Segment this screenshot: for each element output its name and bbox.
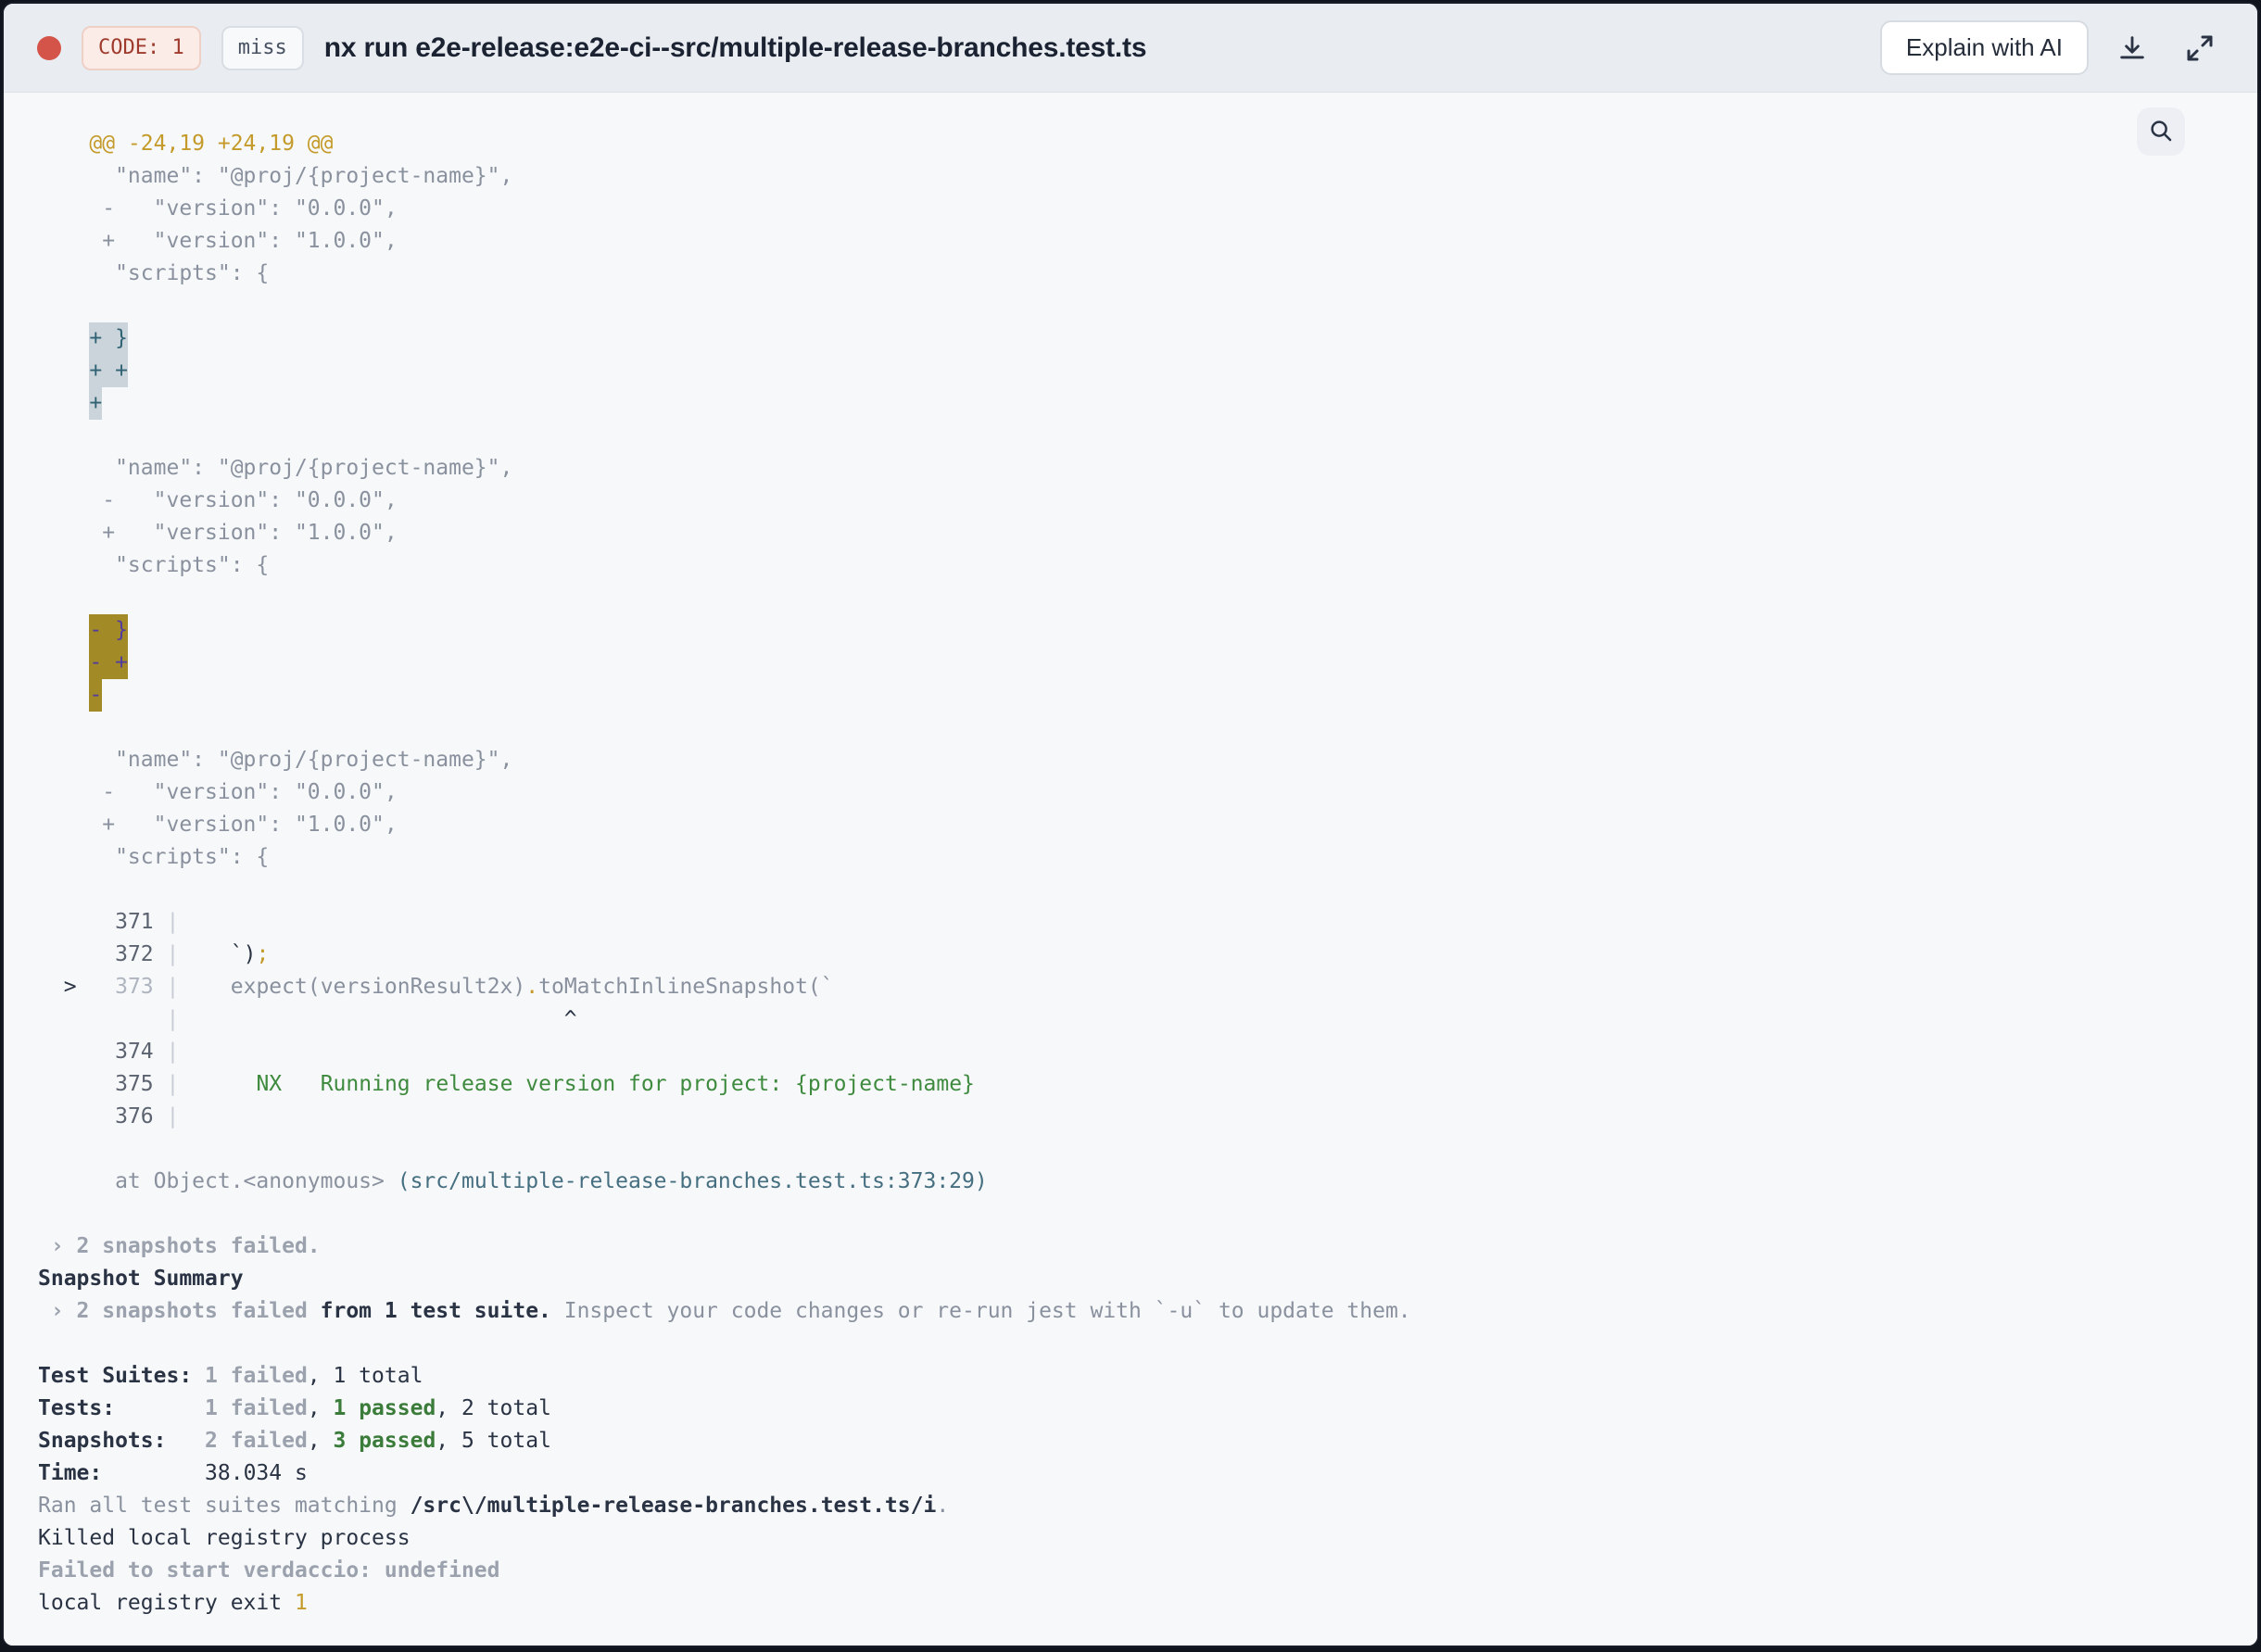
terminal-line: - "version": "0.0.0", [38,780,398,804]
explain-with-ai-button[interactable]: Explain with AI [1879,20,2089,75]
terminal-line: + [38,387,2257,420]
task-output-window: CODE: 1 miss nx run e2e-release:e2e-ci--… [2,2,2259,1647]
terminal-line: + "version": "1.0.0", [38,813,398,837]
terminal-line: 372 | `); [115,942,270,966]
terminal-line: "scripts": { [38,845,270,869]
terminal-line: Snapshots: 2 failed, 3 passed, 5 total [38,1429,551,1453]
terminal-line: - "version": "0.0.0", [38,196,398,221]
terminal-line: Time: 38.034 s [38,1461,308,1485]
terminal-line: + "version": "1.0.0", [38,229,398,253]
search-icon [2147,117,2175,147]
terminal-line: 374 | [115,1040,180,1064]
terminal-line: › 2 snapshots failed from 1 test suite. … [38,1299,1411,1323]
terminal-line: + } [38,322,2257,355]
terminal-line: › 2 snapshots failed. [38,1234,321,1258]
terminal-line: 371 | [115,910,180,934]
cache-status-badge: miss [221,25,304,70]
terminal-line: | ^ [166,1007,577,1031]
terminal-line: 375 | NX Running release version for pro… [115,1072,975,1096]
terminal-line: Snapshot Summary [38,1267,244,1291]
terminal-output: @@ -24,19 +24,19 @@ "name": "@proj/{proj… [4,93,2257,1620]
exit-code-badge: CODE: 1 [82,25,201,70]
command-title: nx run e2e-release:e2e-ci--src/multiple-… [323,32,1147,63]
download-button[interactable] [2109,25,2155,71]
terminal-line: @@ -24,19 +24,19 @@ [38,132,334,156]
terminal-line: local registry exit 1 [38,1591,308,1615]
terminal-line: at Object.<anonymous> (src/multiple-rele… [38,1169,988,1193]
terminal-line: "scripts": { [38,553,270,577]
terminal-line: - + [38,647,2257,679]
terminal-line: "name": "@proj/{project-name}", [38,164,513,188]
terminal-line: "scripts": { [38,261,270,285]
header-bar: CODE: 1 miss nx run e2e-release:e2e-ci--… [4,4,2257,93]
expand-icon [2183,32,2217,65]
status-dot-icon [37,35,61,60]
terminal-line: Killed local registry process [38,1526,411,1550]
terminal-line: - } [38,614,2257,647]
fullscreen-button[interactable] [2176,24,2224,72]
terminal-line: Ran all test suites matching /src\/multi… [38,1494,950,1518]
terminal-line: "name": "@proj/{project-name}", [38,748,513,772]
terminal-line: + "version": "1.0.0", [38,521,398,545]
terminal-line: Test Suites: 1 failed, 1 total [38,1364,423,1388]
terminal-line: "name": "@proj/{project-name}", [38,456,513,480]
terminal-line: - [38,679,2257,712]
download-icon [2116,32,2148,64]
terminal-line: + + [38,355,2257,387]
terminal-line: 376 | [115,1104,180,1129]
terminal-line: Failed to start verdaccio: undefined [38,1558,500,1583]
terminal-line: - "version": "0.0.0", [38,488,398,512]
terminal-line: Tests: 1 failed, 1 passed, 2 total [38,1396,551,1420]
search-button[interactable] [2137,107,2185,156]
terminal-line: > 373 | expect(versionResult2x).toMatchI… [63,975,834,999]
terminal-panel: @@ -24,19 +24,19 @@ "name": "@proj/{proj… [4,93,2257,1646]
